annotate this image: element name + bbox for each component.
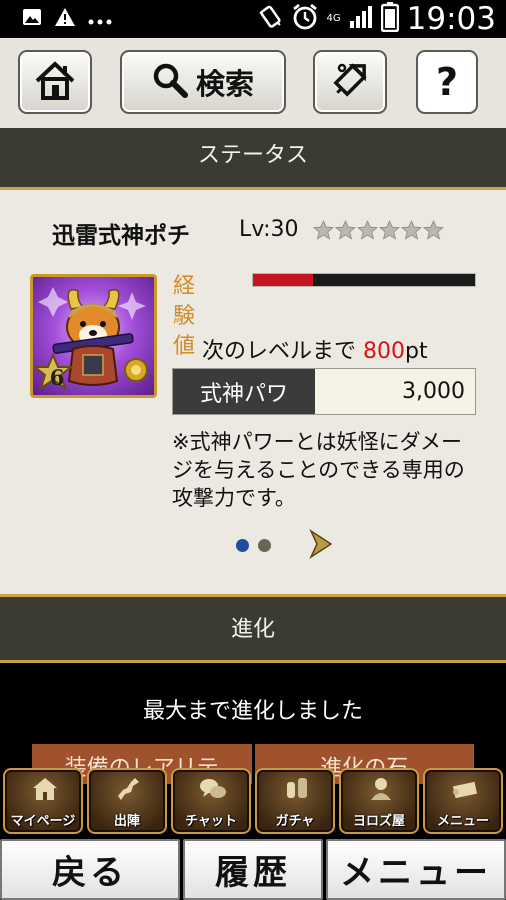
bottom-navigation: 戻る 履歴 メニュー (0, 837, 506, 900)
star-icon (312, 220, 335, 244)
character-name: 迅雷式神ポチ (52, 223, 190, 249)
menu-shop-button[interactable]: ヨロズ屋 (339, 768, 419, 834)
system-status-bar: 4G 19:03 (0, 0, 506, 38)
evolution-section-header: 進化 (0, 600, 506, 660)
search-icon (152, 62, 188, 102)
next-level-text: 次のレベルまで 800pt (202, 333, 428, 365)
screen: { "status_bar": { "time": "19:03", "netw… (0, 0, 506, 900)
tag-button[interactable] (313, 50, 387, 114)
power-label: 式神パワ (173, 369, 315, 414)
menu-gacha-label: ガチャ (275, 814, 315, 829)
page-indicator (236, 539, 271, 552)
page-dot[interactable] (258, 539, 271, 552)
menu-menu-button[interactable]: メニュー (423, 768, 503, 834)
evolution-message: 最大まで進化しました (142, 699, 363, 724)
map-icon (115, 776, 143, 802)
next-page-button[interactable] (309, 528, 333, 563)
back-button[interactable]: 戻る (0, 839, 180, 900)
star-icon (378, 220, 401, 244)
exp-progress-fill (253, 274, 313, 286)
next-level-unit: pt (405, 339, 428, 364)
home-button[interactable] (18, 50, 92, 114)
menu-shop-label: ヨロズ屋 (352, 814, 405, 829)
history-button[interactable]: 履歴 (183, 839, 323, 900)
menu-mypage-label: マイページ (10, 814, 76, 829)
exp-progress-bar (252, 273, 476, 287)
menu-mypage-button[interactable]: マイページ (3, 768, 83, 834)
scroll-icon (451, 776, 479, 802)
mypage-icon (31, 776, 59, 802)
star-icon (356, 220, 379, 244)
star-icon (400, 220, 423, 244)
alarm-icon (291, 3, 319, 35)
warning-icon (54, 7, 76, 31)
signal-icon (349, 5, 373, 33)
status-section-title: ステータス (197, 143, 308, 168)
character-level: Lv:30 (239, 217, 299, 242)
menu-sortie-button[interactable]: 出陣 (87, 768, 167, 834)
menu-menu-label: メニュー (436, 814, 489, 829)
next-level-value: 800 (363, 339, 406, 364)
character-portrait[interactable]: 6 (30, 274, 157, 398)
home-icon (33, 59, 77, 105)
top-navigation: 検索 ? (0, 38, 506, 128)
chat-icon (199, 776, 227, 802)
help-button[interactable]: ? (416, 50, 478, 114)
battery-icon (380, 2, 399, 36)
network-4g-label: 4G (326, 13, 341, 24)
next-level-prefix: 次のレベルまで (202, 339, 357, 364)
star-icon (422, 220, 445, 244)
divider (0, 184, 506, 196)
menu-sortie-label: 出陣 (113, 814, 140, 829)
status-panel: 迅雷式神ポチ Lv:30 6 経験値 次のレベルまで 800pt 式神パワ 3,… (0, 196, 506, 580)
rarity-stars (312, 220, 445, 244)
gacha-icon (283, 776, 311, 802)
search-button[interactable]: 検索 (120, 50, 286, 114)
triangle-right-icon (309, 528, 333, 563)
power-value: 3,000 (315, 369, 475, 414)
power-row: 式神パワ 3,000 (172, 368, 476, 415)
game-menu: マイページ 出陣 チャット ガチャ ヨロズ屋 メニュー (0, 768, 506, 834)
page-dot[interactable] (236, 539, 249, 552)
star-icon (334, 220, 357, 244)
search-button-label: 検索 (195, 67, 254, 101)
menu-chat-button[interactable]: チャット (171, 768, 251, 834)
tag-icon (328, 58, 372, 106)
menu-gacha-button[interactable]: ガチャ (255, 768, 335, 834)
help-label: ? (435, 60, 459, 104)
menu-chat-label: チャット (185, 814, 237, 829)
shop-icon (367, 776, 395, 802)
evolution-section-title: 進化 (230, 617, 275, 642)
vibrate-icon (257, 4, 283, 34)
image-icon (22, 8, 42, 30)
divider (0, 580, 506, 600)
rarity-badge-number: 6 (49, 365, 65, 390)
more-icon (88, 10, 112, 29)
power-note: ※式神パワーとは妖怪にダメージを与えることのできる専用の攻撃力です。 (172, 430, 465, 510)
status-section-header: ステータス (0, 128, 506, 184)
clock-time: 19:03 (406, 1, 496, 37)
menu-button[interactable]: メニュー (326, 839, 506, 900)
